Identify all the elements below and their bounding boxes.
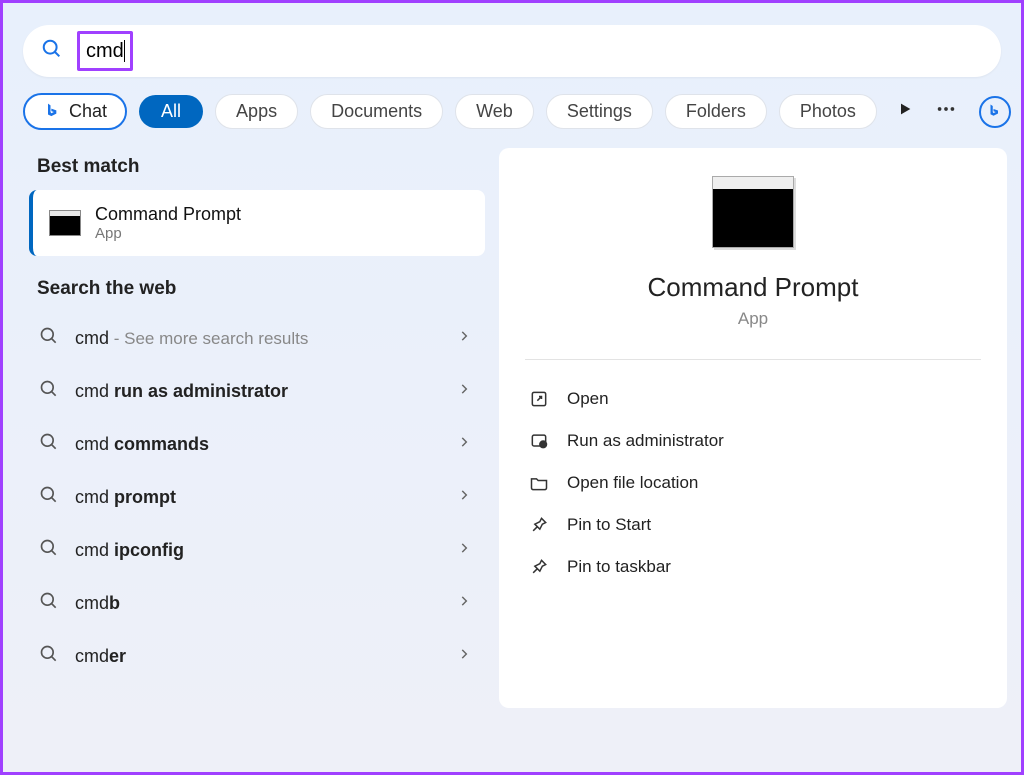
web-result-text: cmd - See more search results [75, 328, 308, 349]
search-icon [39, 644, 59, 669]
content: Best match Command Prompt App Search the… [3, 148, 1021, 708]
apps-label: Apps [236, 101, 277, 122]
web-result-item[interactable]: cmd ipconfig [29, 524, 485, 577]
web-result-item[interactable]: cmder [29, 630, 485, 683]
action-pin-taskbar-label: Pin to taskbar [567, 557, 671, 577]
photos-pill[interactable]: Photos [779, 94, 877, 129]
action-pin-taskbar[interactable]: Pin to taskbar [525, 546, 981, 588]
web-result-text: cmd run as administrator [75, 381, 288, 402]
detail-title: Command Prompt [525, 272, 981, 303]
web-result-text: cmd commands [75, 434, 209, 455]
folders-pill[interactable]: Folders [665, 94, 767, 129]
action-open-location-label: Open file location [567, 473, 698, 493]
all-label: All [161, 101, 181, 122]
detail-sub: App [525, 309, 981, 329]
divider [525, 359, 981, 360]
action-run-admin-label: Run as administrator [567, 431, 724, 451]
folders-label: Folders [686, 101, 746, 122]
pin-icon [529, 515, 549, 535]
action-run-admin[interactable]: Run as administrator [525, 420, 981, 462]
web-result-text: cmdb [75, 593, 120, 614]
chat-pill[interactable]: Chat [23, 93, 127, 130]
web-result-item[interactable]: cmdb [29, 577, 485, 630]
web-result-text: cmder [75, 646, 126, 667]
search-icon [39, 485, 59, 510]
action-pin-start[interactable]: Pin to Start [525, 504, 981, 546]
web-result-item[interactable]: cmd prompt [29, 471, 485, 524]
best-match-heading: Best match [37, 156, 485, 178]
best-match-item[interactable]: Command Prompt App [29, 190, 485, 256]
bing-icon[interactable] [979, 96, 1011, 128]
web-result-item[interactable]: cmd - See more search results [29, 312, 485, 365]
action-open[interactable]: Open [525, 378, 981, 420]
search-icon [39, 326, 59, 351]
web-result-item[interactable]: cmd run as administrator [29, 365, 485, 418]
best-match-title: Command Prompt [95, 204, 241, 225]
search-icon [39, 432, 59, 457]
chevron-right-icon [457, 382, 471, 401]
open-icon [529, 389, 549, 409]
search-web-heading: Search the web [37, 278, 485, 300]
bing-chat-icon [43, 102, 63, 122]
web-pill[interactable]: Web [455, 94, 534, 129]
search-icon [39, 379, 59, 404]
apps-pill[interactable]: Apps [215, 94, 298, 129]
web-label: Web [476, 101, 513, 122]
documents-label: Documents [331, 101, 422, 122]
chevron-right-icon [457, 647, 471, 666]
action-pin-start-label: Pin to Start [567, 515, 651, 535]
photos-label: Photos [800, 101, 856, 122]
action-open-location[interactable]: Open file location [525, 462, 981, 504]
all-pill[interactable]: All [139, 95, 203, 128]
web-result-text: cmd ipconfig [75, 540, 184, 561]
search-icon [39, 538, 59, 563]
documents-pill[interactable]: Documents [310, 94, 443, 129]
web-result-item[interactable]: cmd commands [29, 418, 485, 471]
more-icon[interactable] [935, 98, 957, 125]
best-match-sub: App [95, 225, 241, 242]
settings-pill[interactable]: Settings [546, 94, 653, 129]
action-open-label: Open [567, 389, 609, 409]
play-icon[interactable] [897, 101, 913, 122]
search-input[interactable]: cmd [77, 31, 133, 71]
search-icon [41, 38, 63, 65]
results-column: Best match Command Prompt App Search the… [17, 148, 485, 708]
chevron-right-icon [457, 329, 471, 348]
settings-label: Settings [567, 101, 632, 122]
detail-app-icon [712, 176, 794, 248]
shield-icon [529, 431, 549, 451]
web-results-list: cmd - See more search results cmd run as… [29, 312, 485, 683]
chevron-right-icon [457, 594, 471, 613]
web-result-text: cmd prompt [75, 487, 176, 508]
chevron-right-icon [457, 488, 471, 507]
chevron-right-icon [457, 435, 471, 454]
chevron-right-icon [457, 541, 471, 560]
filter-row: Chat All Apps Documents Web Settings Fol… [3, 93, 1021, 148]
search-bar[interactable]: cmd [23, 25, 1001, 77]
folder-icon [529, 473, 549, 493]
pin-icon [529, 557, 549, 577]
search-icon [39, 591, 59, 616]
cmd-app-icon [49, 210, 81, 236]
detail-panel: Command Prompt App Open Run as administr… [499, 148, 1007, 708]
chat-label: Chat [69, 101, 107, 122]
